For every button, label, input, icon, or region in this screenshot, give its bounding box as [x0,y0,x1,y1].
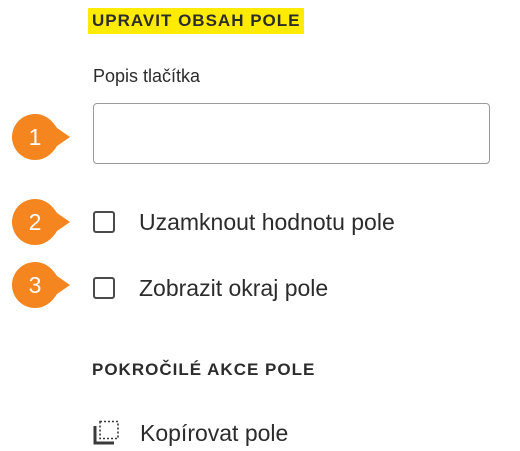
lock-field-value-label: Uzamknout hodnotu pole [139,209,395,235]
show-field-border-checkbox[interactable] [93,277,115,299]
callout-badge-2: 2 [12,197,72,247]
button-caption-input[interactable] [93,103,490,164]
callout-badge-1: 1 [12,112,72,162]
callout-badge-3: 3 [12,260,72,310]
copy-field-action[interactable]: Kopírovat pole [92,418,288,448]
show-field-border-option[interactable]: Zobrazit okraj pole [93,273,328,303]
callout-number: 2 [28,209,42,235]
copy-field-label: Kopírovat pole [140,420,289,446]
callout-number: 3 [28,272,42,298]
edit-field-section-title: UPRAVIT OBSAH POLE [88,8,305,34]
button-caption-label: Popis tlačítka [93,66,201,86]
show-field-border-label: Zobrazit okraj pole [139,275,329,301]
lock-field-value-checkbox[interactable] [93,211,115,233]
lock-field-value-option[interactable]: Uzamknout hodnotu pole [93,207,395,237]
copy-field-icon [93,420,119,445]
field-properties-panel: UPRAVIT OBSAH POLE Popis tlačítka 1 Uzam… [0,0,520,451]
advanced-actions-section-title: POKROČILÉ AKCE POLE [92,360,316,379]
callout-number: 1 [28,124,42,150]
